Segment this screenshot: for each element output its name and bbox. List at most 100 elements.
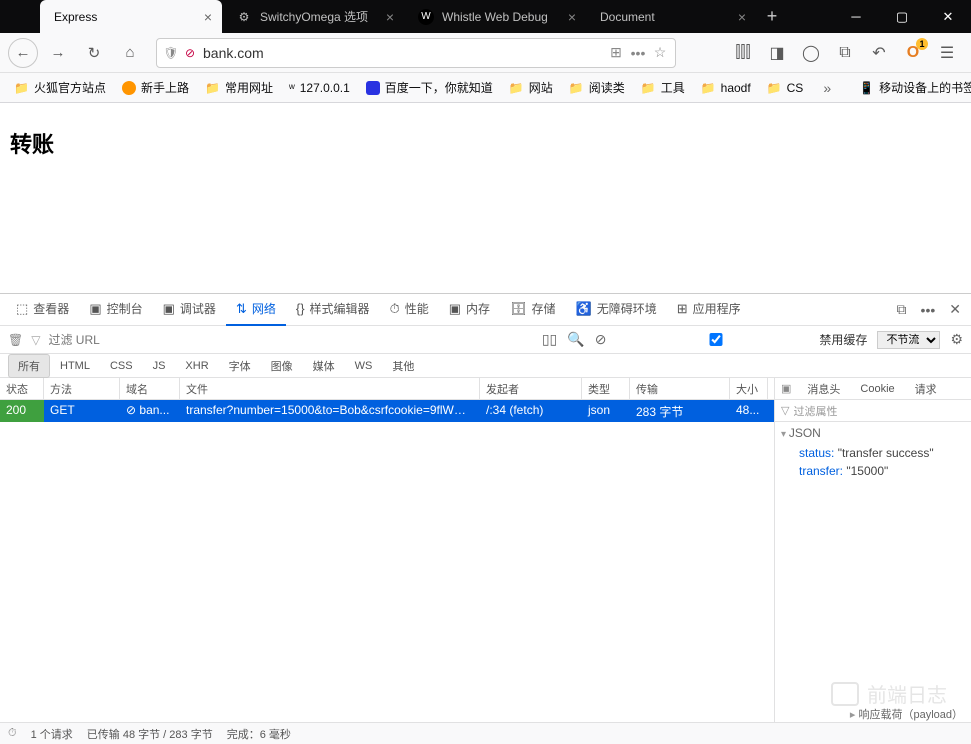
overflow-icon[interactable]: »: [817, 80, 837, 96]
network-request-row[interactable]: 200 GET ⊘ ban... transfer?number=15000&t…: [0, 400, 774, 422]
col-status[interactable]: 状态: [0, 378, 44, 399]
bookmark-item[interactable]: 📁工具: [635, 76, 691, 99]
block-icon[interactable]: ⊘: [595, 331, 607, 348]
network-requests-panel: 状态 方法 域名 文件 发起者 类型 传输 大小 200 GET ⊘ ban..…: [0, 378, 775, 744]
col-file[interactable]: 文件: [180, 378, 480, 399]
not-secure-icon[interactable]: ⊘: [181, 46, 199, 60]
close-window-button[interactable]: ✕: [925, 0, 971, 33]
bookmark-item[interactable]: 百度一下，你就知道: [360, 76, 499, 99]
devtools-tab-app[interactable]: ⊞应用程序: [667, 294, 751, 326]
perf-icon[interactable]: ⏱: [8, 727, 17, 740]
col-type[interactable]: 类型: [582, 378, 630, 399]
filter-font[interactable]: 字体: [219, 354, 261, 378]
disable-cache-checkbox[interactable]: 禁用缓存: [616, 331, 867, 348]
library-icon[interactable]: ⫿⫿⫿: [727, 37, 759, 69]
reload-button[interactable]: ↻: [78, 37, 110, 69]
filter-js[interactable]: JS: [143, 356, 176, 376]
devtools-tab-storage[interactable]: 🗄存储: [500, 294, 566, 326]
bookmark-star-icon[interactable]: ☆: [649, 44, 671, 61]
folder-icon: 📁: [569, 81, 584, 95]
bookmark-item[interactable]: ʷ127.0.0.1: [283, 78, 356, 98]
col-trans[interactable]: 传输: [630, 378, 730, 399]
toggle-panel-icon[interactable]: ▣: [775, 382, 797, 395]
minimize-button[interactable]: ─: [833, 0, 879, 33]
devtools-tab-network[interactable]: ⇅网络: [226, 294, 286, 326]
devtools-tab-debugger[interactable]: ▣调试器: [153, 294, 226, 326]
devtools-tab-style[interactable]: {}样式编辑器: [286, 294, 380, 326]
home-button[interactable]: ⌂: [114, 37, 146, 69]
payload-section-toggle[interactable]: 响应载荷（payload）: [850, 706, 963, 722]
devtools-tab-inspector[interactable]: ⬚查看器: [6, 294, 79, 326]
more-icon[interactable]: •••: [917, 298, 940, 322]
folder-icon: 📁: [509, 81, 524, 95]
not-secure-icon: ⊘: [126, 403, 136, 417]
clear-icon[interactable]: 🗑: [8, 333, 23, 347]
filter-ws[interactable]: WS: [345, 356, 383, 376]
maximize-button[interactable]: ▢: [879, 0, 925, 33]
mobile-bookmarks[interactable]: 📱移动设备上的书签: [853, 76, 971, 99]
filter-css[interactable]: CSS: [100, 356, 143, 376]
browser-tab-active[interactable]: Express ×: [40, 0, 222, 33]
devtools-tab-memory[interactable]: ▣内存: [439, 294, 500, 326]
search-icon[interactable]: 🔍: [567, 331, 584, 348]
memory-icon: ▣: [449, 301, 461, 317]
filter-img[interactable]: 图像: [261, 354, 303, 378]
col-method[interactable]: 方法: [44, 378, 120, 399]
close-tab-icon[interactable]: ×: [386, 9, 394, 25]
browser-tab[interactable]: ⚙ SwitchyOmega 选项 ×: [222, 0, 404, 33]
url-input[interactable]: [199, 45, 605, 61]
qr-icon[interactable]: ⊞: [605, 44, 627, 61]
filter-xhr[interactable]: XHR: [175, 356, 218, 376]
url-bar[interactable]: 🛡 ⊘ ⊞ ••• ☆: [156, 38, 676, 68]
filter-media[interactable]: 媒体: [303, 354, 345, 378]
col-init[interactable]: 发起者: [480, 378, 582, 399]
filter-other[interactable]: 其他: [382, 354, 424, 378]
omega-icon[interactable]: O: [897, 37, 929, 69]
account-icon[interactable]: ◯: [795, 37, 827, 69]
screenshot-icon[interactable]: ⧉: [829, 37, 861, 69]
bookmark-item[interactable]: 📁火狐官方站点: [8, 76, 112, 99]
devtools-tab-console[interactable]: ▣控制台: [79, 294, 152, 326]
close-tab-icon[interactable]: ×: [204, 9, 212, 25]
devtools-statusbar: ⏱ 1 个请求 已传输 48 字节 / 283 字节 完成：6 毫秒: [0, 722, 971, 744]
json-section-toggle[interactable]: JSON: [781, 426, 965, 440]
undo-icon[interactable]: ↶: [863, 37, 895, 69]
back-button[interactable]: ←: [8, 38, 38, 68]
shield-icon[interactable]: 🛡: [161, 46, 181, 60]
responsive-icon[interactable]: ⧉: [893, 297, 911, 322]
bookmark-item[interactable]: 📁常用网址: [199, 76, 279, 99]
hamburger-menu-icon[interactable]: ☰: [931, 37, 963, 69]
col-size[interactable]: 大小: [730, 378, 768, 399]
settings-gear-icon[interactable]: ⚙: [950, 331, 963, 348]
close-tab-icon[interactable]: ×: [568, 9, 576, 25]
storage-icon: 🗄: [510, 301, 527, 317]
bookmark-item[interactable]: 📁网站: [503, 76, 559, 99]
forward-button[interactable]: →: [42, 37, 74, 69]
close-tab-icon[interactable]: ×: [738, 9, 746, 25]
new-tab-button[interactable]: +: [756, 0, 788, 33]
throttle-select[interactable]: 不节流: [877, 331, 940, 349]
page-actions-icon[interactable]: •••: [627, 45, 649, 61]
a11y-icon: ♿: [576, 301, 592, 317]
sidebar-icon[interactable]: ◨: [761, 37, 793, 69]
bookmark-item[interactable]: 📁阅读类: [563, 76, 631, 99]
tab-cookies[interactable]: Cookie: [850, 380, 904, 398]
bookmark-item[interactable]: 新手上路: [116, 76, 195, 99]
bookmark-item[interactable]: 📁haodf: [695, 78, 757, 98]
details-filter[interactable]: ▽ 过滤属性: [775, 400, 971, 422]
page-heading: 转账: [10, 127, 961, 159]
bookmark-item[interactable]: 📁CS: [761, 78, 810, 98]
filter-html[interactable]: HTML: [50, 356, 100, 376]
col-domain[interactable]: 域名: [120, 378, 180, 399]
browser-tab[interactable]: W Whistle Web Debug ×: [404, 0, 586, 33]
devtools-tab-a11y[interactable]: ♿无障碍环境: [566, 294, 667, 326]
browser-tab[interactable]: Document ×: [586, 0, 756, 33]
devtools-tab-perf[interactable]: ⏱性能: [380, 294, 439, 326]
network-filterbar: 🗑 ▽ ▯▯ 🔍 ⊘ 禁用缓存 不节流 ⚙: [0, 326, 971, 354]
tab-headers[interactable]: 消息头: [797, 378, 850, 400]
tab-request[interactable]: 请求: [905, 378, 947, 400]
filter-url-input[interactable]: [48, 333, 248, 347]
close-devtools-icon[interactable]: ✕: [945, 297, 965, 322]
filter-all[interactable]: 所有: [8, 354, 50, 378]
pause-icon[interactable]: ▯▯: [542, 331, 557, 348]
